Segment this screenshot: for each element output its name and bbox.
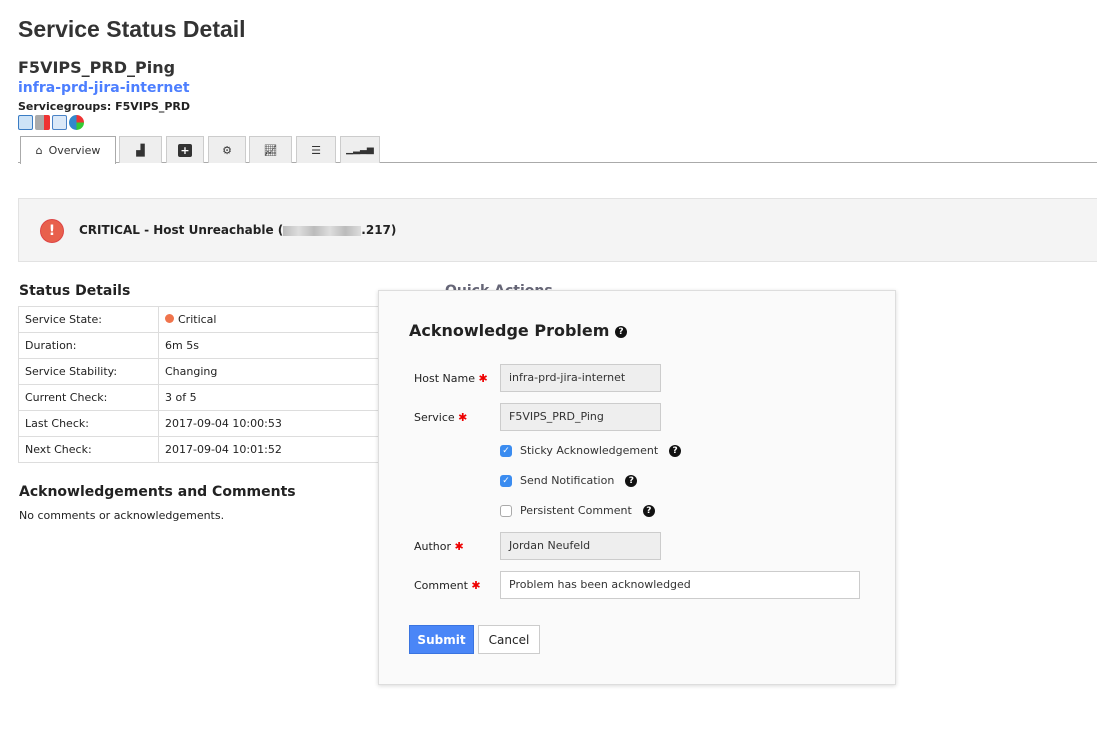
tab-settings[interactable]: ⚙ [208,136,246,163]
help-icon[interactable]: ? [642,504,655,517]
plus-square-icon: + [178,143,192,157]
gear-icon: ⚙ [222,143,232,157]
redacted-ip [283,225,362,236]
required-icon: ✱ [478,372,488,385]
acknowledge-dialog: Acknowledge Problem ? Host Name ✱ infra-… [378,290,896,685]
ack-heading: Acknowledgements and Comments [19,484,296,500]
notify-checkbox[interactable]: ✓ Send Notification? [500,474,638,487]
table-row: Service Stability: Changing [18,358,398,385]
notification-icon[interactable] [35,115,50,130]
required-icon: ✱ [454,540,464,553]
line-chart-icon: 📈︎ [263,143,278,157]
help-icon[interactable]: ? [669,444,682,457]
comment-field[interactable]: Problem has been acknowledged [500,571,860,599]
tab-graphs[interactable]: ▟ [119,136,162,163]
table-row: Duration: 6m 5s [18,332,398,359]
tab-add[interactable]: + [166,136,204,163]
tab-server[interactable]: ☰ [296,136,336,163]
cancel-button[interactable]: Cancel [478,625,540,654]
host-field[interactable]: infra-prd-jira-internet [500,364,661,392]
tab-overview[interactable]: ⌂ Overview [20,136,116,164]
document-icon[interactable] [52,115,67,130]
service-field[interactable]: F5VIPS_PRD_Ping [500,403,661,431]
pie-chart-icon[interactable] [69,115,84,130]
service-name: F5VIPS_PRD_Ping [18,58,176,77]
sticky-checkbox[interactable]: ✓ Sticky Acknowledgement? [500,444,682,457]
action-icons [18,115,84,130]
tab-trends[interactable]: 📈︎ [249,136,292,163]
server-icon: ☰ [311,143,321,157]
host-link[interactable]: infra-prd-jira-internet [18,80,190,96]
tab-bar: ⌂ Overview ▟ + ⚙ 📈︎ ☰ ▁▂▃▅ [18,136,1097,164]
table-row: Service State: Critical [18,306,398,333]
help-icon[interactable]: ? [614,325,627,338]
checkbox-unchecked-icon [500,504,512,517]
no-comments-text: No comments or acknowledgements. [19,509,225,522]
table-row: Next Check: 2017-09-04 10:01:52 [18,436,398,463]
signal-icon: ▁▂▃▅ [346,145,374,155]
area-chart-icon: ▟ [136,143,145,157]
status-table: Service State: Critical Duration: 6m 5s Se… [18,306,398,463]
home-icon: ⌂ [35,144,43,157]
alert-text: CRITICAL - Host Unreachable (.217) [79,223,397,237]
required-icon: ✱ [458,411,468,424]
critical-icon: ! [41,220,63,242]
author-field[interactable]: Jordan Neufeld [500,532,661,560]
page-title: Service Status Detail [18,16,246,42]
checkbox-checked-icon: ✓ [500,444,512,457]
host-label: Host Name ✱ [414,372,488,385]
critical-dot [165,314,174,323]
checkbox-checked-icon: ✓ [500,474,512,487]
table-row: Last Check: 2017-09-04 10:00:53 [18,410,398,437]
dialog-title: Acknowledge Problem ? [409,321,627,340]
author-label: Author ✱ [414,540,464,553]
service-label: Service ✱ [414,411,468,424]
submit-button[interactable]: Submit [409,625,474,654]
required-icon: ✱ [471,579,481,592]
status-details-heading: Status Details [19,283,131,299]
persistent-checkbox[interactable]: Persistent Comment? [500,504,655,517]
table-row: Current Check: 3 of 5 [18,384,398,411]
comment-label: Comment ✱ [414,579,481,592]
notes-icon[interactable] [18,115,33,130]
servicegroups: Servicegroups: F5VIPS_PRD [18,100,190,113]
help-icon[interactable]: ? [625,474,638,487]
status-alert: ! CRITICAL - Host Unreachable (.217) [18,198,1097,262]
tab-signal[interactable]: ▁▂▃▅ [340,136,380,163]
